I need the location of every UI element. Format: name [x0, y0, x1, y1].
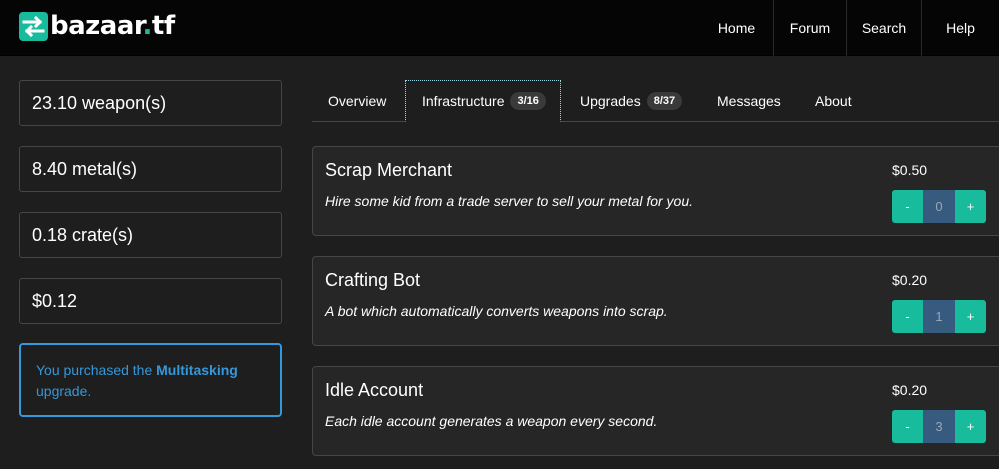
tab-infrastructure[interactable]: Infrastructure 3/16	[405, 80, 561, 122]
tab-label: Messages	[717, 93, 781, 109]
nav-links: Home Forum Search Help	[700, 0, 999, 56]
brand-name-dot: .	[142, 11, 153, 41]
nav-home[interactable]: Home	[700, 0, 773, 56]
alert-suffix: upgrade.	[36, 383, 92, 399]
increment-button[interactable]: +	[955, 190, 986, 223]
item-idle-account: Idle Account Each idle account generates…	[312, 366, 999, 456]
item-scrap-merchant: Scrap Merchant Hire some kid from a trad…	[312, 146, 999, 236]
quantity-stepper: - 3 +	[892, 410, 986, 443]
alert-prefix: You purchased the	[36, 362, 157, 378]
tab-messages[interactable]: Messages	[701, 80, 797, 122]
tab-label: Upgrades	[580, 93, 641, 109]
tab-count-badge: 8/37	[646, 92, 683, 110]
item-description: A bot which automatically converts weapo…	[325, 303, 668, 319]
item-price: $0.50	[892, 162, 928, 178]
stat-metal: 8.40 metal(s)	[19, 146, 282, 192]
nav-search[interactable]: Search	[846, 0, 921, 56]
brand-name-tld: tf	[151, 11, 175, 41]
item-title: Crafting Bot	[325, 270, 421, 290]
quantity-stepper: - 1 +	[892, 300, 986, 333]
brand-logo[interactable]: bazaar.tf	[19, 11, 175, 41]
increment-button[interactable]: +	[955, 410, 986, 443]
stat-money: $0.12	[19, 278, 282, 324]
top-navbar: bazaar.tf Home Forum Search Help	[0, 0, 999, 56]
item-count: 0	[923, 190, 955, 223]
tab-upgrades[interactable]: Upgrades 8/37	[564, 80, 698, 122]
stat-weapons: 23.10 weapon(s)	[19, 80, 282, 126]
tab-label: About	[815, 93, 852, 109]
item-count: 3	[923, 410, 955, 443]
brand-name-main: bazaar	[50, 11, 143, 41]
decrement-button[interactable]: -	[892, 410, 923, 443]
item-title: Idle Account	[325, 380, 424, 400]
item-price: $0.20	[892, 272, 928, 288]
item-count: 1	[923, 300, 955, 333]
item-description: Each idle account generates a weapon eve…	[325, 413, 658, 429]
stat-crates: 0.18 crate(s)	[19, 212, 282, 258]
tab-count-badge: 3/16	[510, 92, 546, 110]
item-crafting-bot: Crafting Bot A bot which automatically c…	[312, 256, 999, 346]
tab-overview[interactable]: Overview	[312, 80, 402, 122]
item-description: Hire some kid from a trade server to sel…	[325, 193, 694, 209]
tab-label: Overview	[328, 93, 387, 109]
item-title: Scrap Merchant	[325, 160, 453, 180]
tab-label: Infrastructure	[422, 93, 505, 109]
decrement-button[interactable]: -	[892, 190, 923, 223]
item-price: $0.20	[892, 382, 928, 398]
brand-name: bazaar.tf	[50, 11, 175, 41]
purchase-alert: You purchased the Multitasking upgrade.	[19, 343, 282, 417]
decrement-button[interactable]: -	[892, 300, 923, 333]
exchange-arrows-icon	[19, 11, 48, 41]
section-tabs: Overview Infrastructure 3/16 Upgrades 8/…	[312, 80, 999, 122]
quantity-stepper: - 0 +	[892, 190, 986, 223]
tab-about[interactable]: About	[799, 80, 868, 122]
nav-forum[interactable]: Forum	[773, 0, 846, 56]
nav-help[interactable]: Help	[921, 0, 999, 56]
alert-highlight: Multitasking	[156, 362, 238, 378]
increment-button[interactable]: +	[955, 300, 986, 333]
